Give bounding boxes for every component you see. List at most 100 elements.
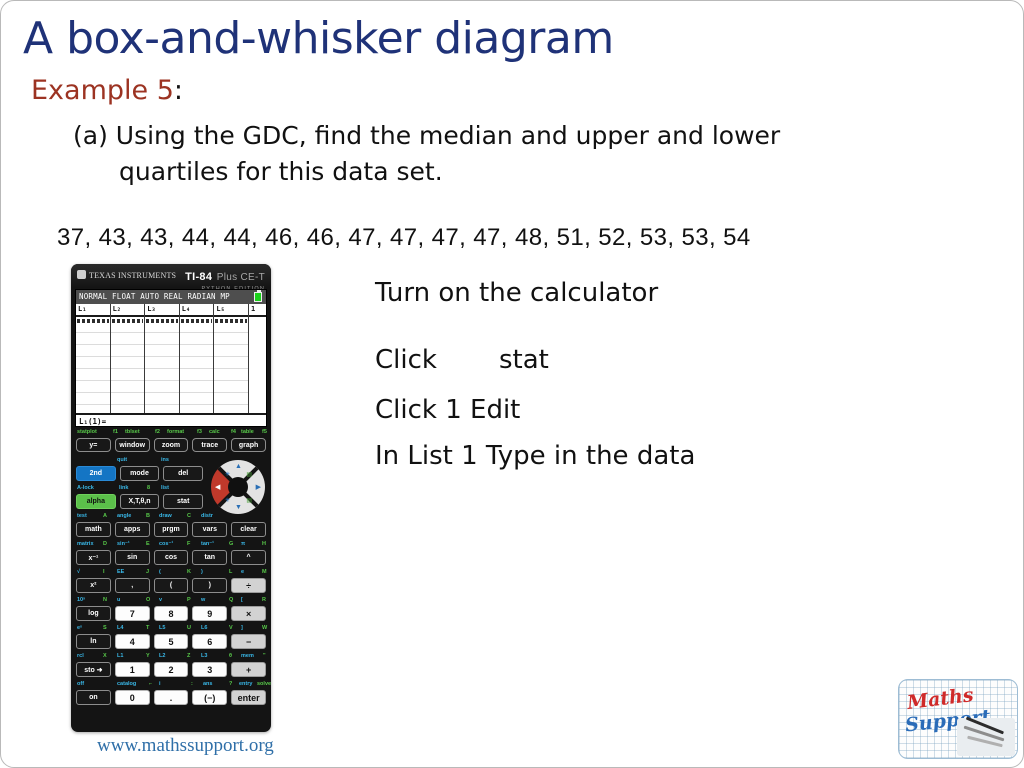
calculator-screen[interactable]: NORMAL FLOAT AUTO REAL RADIAN MP L₁ L₂ L…	[75, 289, 267, 427]
key-x-squared[interactable]: x²	[76, 578, 111, 593]
label-f5: f5	[262, 429, 267, 435]
key-stat[interactable]: stat	[163, 494, 204, 509]
list-row[interactable]	[110, 393, 145, 405]
list-column-l5[interactable]: L₅	[214, 304, 249, 426]
key-5[interactable]: 5	[153, 634, 189, 649]
list-row[interactable]	[76, 345, 110, 357]
list-row[interactable]	[179, 345, 214, 357]
key-xt-theta-n[interactable]: X,T,θ,n	[119, 494, 160, 509]
key-8[interactable]: 8	[153, 606, 189, 621]
list-row[interactable]	[145, 393, 179, 405]
list-row[interactable]	[145, 321, 179, 333]
list-row[interactable]	[145, 381, 179, 393]
key-power[interactable]: ^	[231, 550, 266, 565]
list-column-l2[interactable]: L₂	[110, 304, 146, 426]
key-2[interactable]: 2	[153, 662, 189, 677]
key-prgm[interactable]: prgm	[153, 522, 189, 537]
list-row[interactable]	[110, 369, 145, 381]
key-minus[interactable]: −	[231, 634, 266, 649]
list-row[interactable]	[145, 333, 179, 345]
list-row[interactable]	[179, 369, 214, 381]
key-alpha[interactable]: alpha	[76, 494, 116, 509]
label-tblset: tblset	[125, 429, 140, 435]
key-del[interactable]: del	[163, 466, 204, 481]
list-row[interactable]	[76, 393, 110, 405]
key-graph[interactable]: graph	[231, 438, 266, 452]
label-v2: V	[229, 625, 233, 631]
key-close-paren[interactable]: )	[192, 578, 228, 593]
key-apps[interactable]: apps	[114, 522, 150, 537]
key-store[interactable]: sto ➜	[76, 662, 111, 677]
list-row[interactable]	[145, 369, 179, 381]
key-clear[interactable]: clear	[231, 522, 266, 537]
key-tan[interactable]: tan	[192, 550, 228, 565]
key-log[interactable]: log	[76, 606, 111, 621]
list-row[interactable]	[214, 333, 248, 345]
list-row[interactable]	[76, 333, 110, 345]
list-row[interactable]	[214, 381, 248, 393]
key-plus[interactable]: +	[231, 662, 266, 677]
key-2nd[interactable]: 2nd	[76, 466, 116, 481]
key-y-equals[interactable]: y=	[76, 438, 111, 452]
list-row[interactable]	[76, 369, 110, 381]
list-row[interactable]	[76, 381, 110, 393]
key-zoom[interactable]: zoom	[153, 438, 189, 452]
list-row[interactable]	[110, 345, 145, 357]
list-row[interactable]	[214, 345, 248, 357]
label-e: E	[146, 541, 150, 547]
key-4[interactable]: 4	[114, 634, 150, 649]
key-decimal[interactable]: .	[153, 690, 189, 705]
key-on[interactable]: on	[76, 690, 111, 705]
list-column-l3[interactable]: L₃	[145, 304, 180, 426]
list-row[interactable]	[179, 357, 214, 369]
list-row[interactable]	[179, 321, 214, 333]
key-sin[interactable]: sin	[114, 550, 150, 565]
list-row[interactable]	[214, 357, 248, 369]
key-0[interactable]: 0	[114, 690, 150, 705]
key-mode[interactable]: mode	[119, 466, 160, 481]
list-row[interactable]	[76, 357, 110, 369]
label-format: format	[167, 429, 185, 435]
key-open-paren[interactable]: (	[153, 578, 189, 593]
list-row[interactable]	[110, 321, 145, 333]
list-row[interactable]	[214, 369, 248, 381]
label-p: P	[187, 597, 191, 603]
key-6[interactable]: 6	[192, 634, 228, 649]
list-row[interactable]	[179, 393, 214, 405]
row-on-keys: on 0 . (−) enter	[71, 690, 271, 705]
list-row[interactable]	[214, 393, 248, 405]
key-divide[interactable]: ÷	[231, 578, 266, 593]
key-comma[interactable]: ,	[114, 578, 150, 593]
key-x-inverse[interactable]: x⁻¹	[76, 550, 111, 565]
list-row[interactable]	[76, 321, 110, 333]
key-7[interactable]: 7	[114, 606, 150, 621]
key-ln[interactable]: ln	[76, 634, 111, 649]
row-square-labels: √ I EE J ( K ) L e M	[71, 569, 271, 578]
list-editor-grid[interactable]: L₁ L₂ L₃ L₄ L₅ 1	[76, 304, 266, 426]
list-row[interactable]	[110, 357, 145, 369]
instruction-stat-key: stat	[498, 345, 549, 375]
list-row[interactable]	[179, 381, 214, 393]
list-row[interactable]	[110, 333, 145, 345]
key-9[interactable]: 9	[192, 606, 228, 621]
list-column-l4[interactable]: L₄	[179, 304, 215, 426]
list-row[interactable]	[110, 381, 145, 393]
list-header-l1: L₁	[76, 304, 110, 317]
key-math[interactable]: math	[76, 522, 111, 537]
key-1[interactable]: 1	[114, 662, 150, 677]
key-3[interactable]: 3	[192, 662, 228, 677]
key-vars[interactable]: vars	[192, 522, 228, 537]
key-trace[interactable]: trace	[192, 438, 228, 452]
key-negative[interactable]: (−)	[192, 690, 228, 705]
label-rcl: rcl	[77, 653, 84, 659]
list-row[interactable]	[179, 333, 214, 345]
list-row[interactable]	[145, 345, 179, 357]
key-enter[interactable]: enter	[231, 690, 266, 705]
list-column-l1[interactable]: L₁	[76, 304, 111, 426]
key-window[interactable]: window	[114, 438, 150, 452]
label-solve: solve	[257, 681, 271, 687]
list-row[interactable]	[145, 357, 179, 369]
key-cos[interactable]: cos	[153, 550, 189, 565]
list-row[interactable]	[214, 321, 248, 333]
key-multiply[interactable]: ×	[231, 606, 266, 621]
